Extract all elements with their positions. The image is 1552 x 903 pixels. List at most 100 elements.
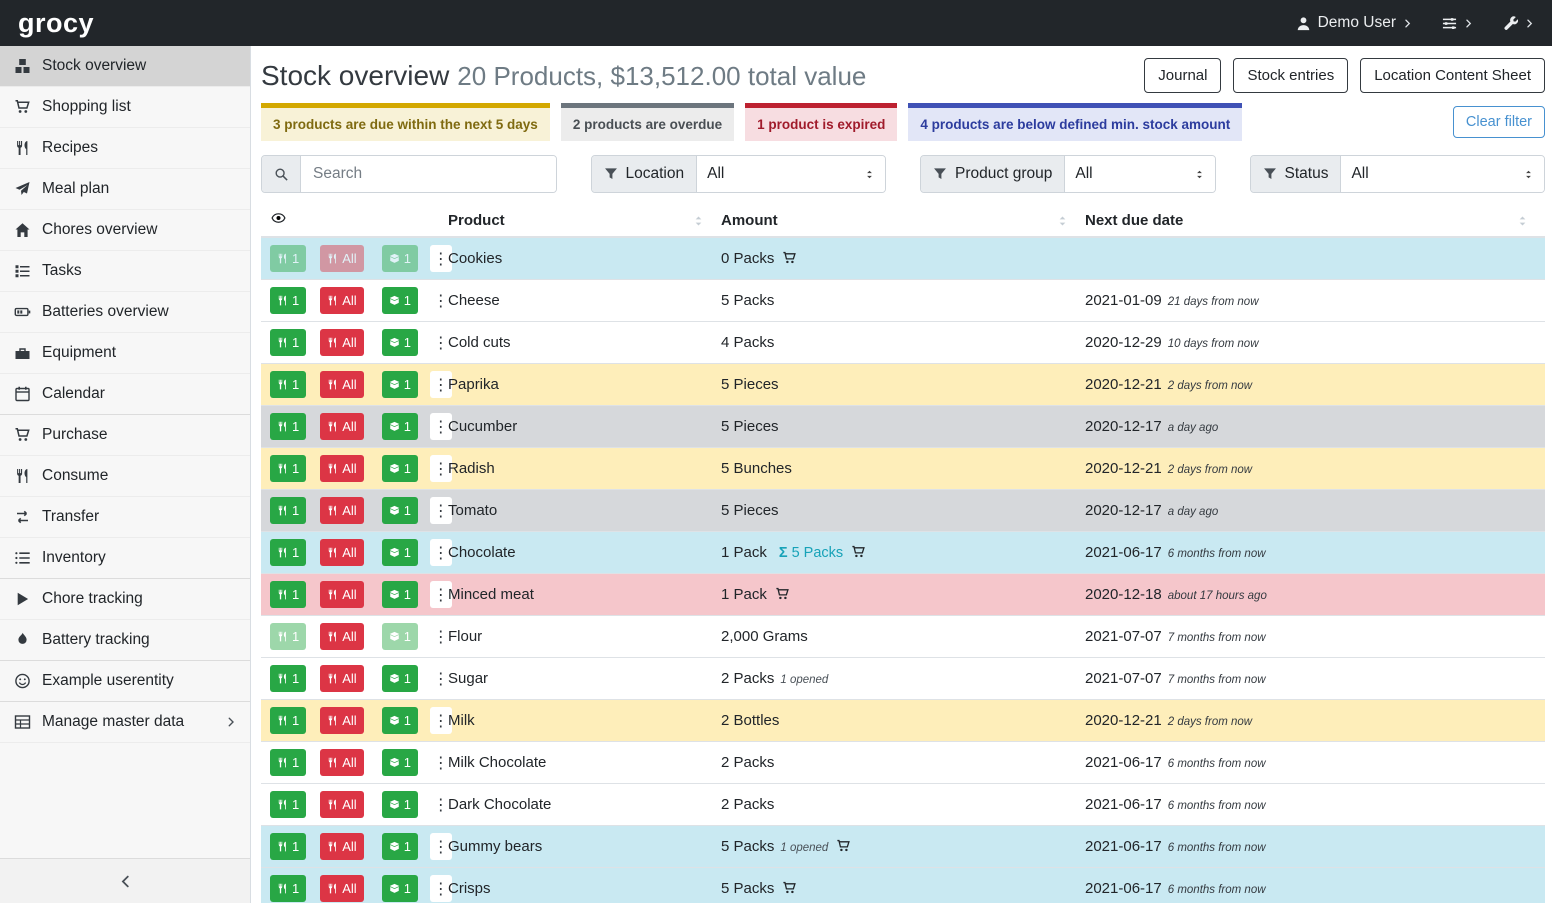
open-one-button[interactable]: 1 bbox=[382, 623, 418, 650]
sidebar-item-battery-tracking[interactable]: Battery tracking bbox=[0, 620, 250, 661]
consume-all-button[interactable]: All bbox=[320, 707, 363, 734]
open-one-button[interactable]: 1 bbox=[382, 245, 418, 272]
sidebar-item-stock-overview[interactable]: Stock overview bbox=[0, 46, 250, 87]
consume-all-button[interactable]: All bbox=[320, 245, 363, 272]
consume-one-button[interactable]: 1 bbox=[270, 245, 306, 272]
app-logo[interactable]: grocy bbox=[18, 8, 94, 39]
table-row: 1 All 1 ⋮ Flour 2,000 Grams 2021-07-077 … bbox=[261, 616, 1545, 658]
sidebar-item-example-userentity[interactable]: Example userentity bbox=[0, 661, 250, 702]
consume-one-button[interactable]: 1 bbox=[270, 329, 306, 356]
admin-menu[interactable] bbox=[1503, 16, 1534, 31]
consume-one-button[interactable]: 1 bbox=[270, 497, 306, 524]
sidebar-item-purchase[interactable]: Purchase bbox=[0, 415, 250, 456]
consume-all-button[interactable]: All bbox=[320, 791, 363, 818]
consume-one-button[interactable]: 1 bbox=[270, 707, 306, 734]
consume-all-button[interactable]: All bbox=[320, 539, 363, 566]
consume-one-button[interactable]: 1 bbox=[270, 875, 306, 902]
sidebar-item-tasks[interactable]: Tasks bbox=[0, 251, 250, 292]
sidebar-item-batteries-overview[interactable]: Batteries overview bbox=[0, 292, 250, 333]
consume-all-button[interactable]: All bbox=[320, 833, 363, 860]
column-header-next-due-date[interactable]: Next due date bbox=[1085, 205, 1545, 237]
sidebar-item-transfer[interactable]: Transfer bbox=[0, 497, 250, 538]
consume-all-button[interactable]: All bbox=[320, 371, 363, 398]
consume-all-button[interactable]: All bbox=[320, 581, 363, 608]
consume-all-button[interactable]: All bbox=[320, 455, 363, 482]
consume-one-button[interactable]: 1 bbox=[270, 791, 306, 818]
consume-one-button[interactable]: 1 bbox=[270, 623, 306, 650]
sidebar-item-chores-overview[interactable]: Chores overview bbox=[0, 210, 250, 251]
open-one-button[interactable]: 1 bbox=[382, 371, 418, 398]
sidebar-item-consume[interactable]: Consume bbox=[0, 456, 250, 497]
open-one-button[interactable]: 1 bbox=[382, 791, 418, 818]
location-select[interactable]: All bbox=[697, 156, 885, 192]
sidebar-item-shopping-list[interactable]: Shopping list bbox=[0, 87, 250, 128]
open-one-button[interactable]: 1 bbox=[382, 875, 418, 902]
sidebar-item-manage-master-data[interactable]: Manage master data bbox=[0, 702, 250, 743]
consume-one-button[interactable]: 1 bbox=[270, 665, 306, 692]
open-one-button[interactable]: 1 bbox=[382, 749, 418, 776]
product-group-select[interactable]: All bbox=[1065, 156, 1214, 192]
sidebar-item-inventory[interactable]: Inventory bbox=[0, 538, 250, 579]
consume-one-button[interactable]: 1 bbox=[270, 581, 306, 608]
column-header-product[interactable]: Product bbox=[448, 205, 721, 237]
consume-all-button[interactable]: All bbox=[320, 287, 363, 314]
consume-one-button[interactable]: 1 bbox=[270, 539, 306, 566]
product-name: Tomato bbox=[448, 490, 721, 532]
filter-banner-info[interactable]: 4 products are below defined min. stock … bbox=[908, 103, 1242, 141]
open-one-button[interactable]: 1 bbox=[382, 329, 418, 356]
journal-button[interactable]: Journal bbox=[1144, 58, 1221, 93]
clear-filter-button[interactable]: Clear filter bbox=[1453, 106, 1545, 138]
open-one-button[interactable]: 1 bbox=[382, 665, 418, 692]
eye-icon[interactable] bbox=[270, 211, 287, 225]
open-one-button[interactable]: 1 bbox=[382, 497, 418, 524]
sidebar-item-calendar[interactable]: Calendar bbox=[0, 374, 250, 415]
chevron-right-icon bbox=[1525, 19, 1534, 28]
consume-one-button[interactable]: 1 bbox=[270, 413, 306, 440]
search-input[interactable] bbox=[301, 156, 556, 192]
due-date: 2020-12-18 bbox=[1085, 586, 1162, 603]
sidebar-item-recipes[interactable]: Recipes bbox=[0, 128, 250, 169]
open-one-button[interactable]: 1 bbox=[382, 581, 418, 608]
consume-one-button[interactable]: 1 bbox=[270, 833, 306, 860]
consume-one-button[interactable]: 1 bbox=[270, 455, 306, 482]
open-one-button[interactable]: 1 bbox=[382, 455, 418, 482]
settings-menu[interactable] bbox=[1442, 16, 1473, 31]
consume-all-button[interactable]: All bbox=[320, 623, 363, 650]
user-menu[interactable]: Demo User bbox=[1296, 14, 1412, 32]
stock-entries-button[interactable]: Stock entries bbox=[1233, 58, 1348, 93]
consume-one-button[interactable]: 1 bbox=[270, 371, 306, 398]
sidebar-collapse-button[interactable] bbox=[0, 858, 250, 903]
consume-all-button[interactable]: All bbox=[320, 665, 363, 692]
sidebar-item-equipment[interactable]: Equipment bbox=[0, 333, 250, 374]
shopping-cart-icon bbox=[782, 251, 797, 265]
consume-all-button[interactable]: All bbox=[320, 749, 363, 776]
consume-all-button[interactable]: All bbox=[320, 329, 363, 356]
open-one-button[interactable]: 1 bbox=[382, 707, 418, 734]
utensils-icon bbox=[327, 421, 338, 432]
column-header-amount[interactable]: Amount bbox=[721, 205, 1085, 237]
open-one-button[interactable]: 1 bbox=[382, 539, 418, 566]
sidebar-item-label: Manage master data bbox=[42, 713, 184, 731]
filter-banner-danger[interactable]: 1 product is expired bbox=[745, 103, 897, 141]
sidebar-item-meal-plan[interactable]: Meal plan bbox=[0, 169, 250, 210]
filter-banner-secondary[interactable]: 2 products are overdue bbox=[561, 103, 734, 141]
filter-icon bbox=[604, 167, 618, 181]
consume-all-button[interactable]: All bbox=[320, 413, 363, 440]
consume-all-button[interactable]: All bbox=[320, 875, 363, 902]
consume-all-button[interactable]: All bbox=[320, 497, 363, 524]
open-one-button[interactable]: 1 bbox=[382, 413, 418, 440]
due-date-relative: 6 months from now bbox=[1168, 758, 1266, 770]
sidebar-item-chore-tracking[interactable]: Chore tracking bbox=[0, 579, 250, 620]
location-content-sheet-button[interactable]: Location Content Sheet bbox=[1360, 58, 1545, 93]
consume-one-button[interactable]: 1 bbox=[270, 749, 306, 776]
amount-value: 0 Packs bbox=[721, 250, 774, 267]
filter-banner-warning[interactable]: 3 products are due within the next 5 day… bbox=[261, 103, 550, 141]
open-one-button[interactable]: 1 bbox=[382, 833, 418, 860]
table-row: 1 All 1 ⋮ Minced meat 1 Pack 2020-12-18a… bbox=[261, 574, 1545, 616]
due-date: 2021-07-07 bbox=[1085, 670, 1162, 687]
amount-value: 5 Packs bbox=[721, 292, 774, 309]
status-select[interactable]: All bbox=[1341, 156, 1544, 192]
open-one-button[interactable]: 1 bbox=[382, 287, 418, 314]
consume-one-button[interactable]: 1 bbox=[270, 287, 306, 314]
sum-icon: Σ bbox=[779, 545, 788, 561]
